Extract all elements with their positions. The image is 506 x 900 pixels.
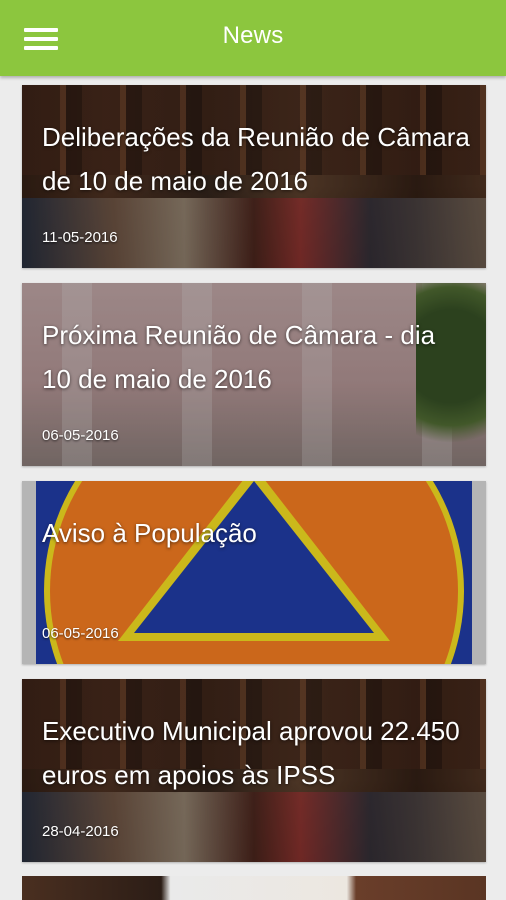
news-date: 06-05-2016 — [42, 625, 119, 642]
news-headline: Executivo Municipal aprovou 22.450 euros… — [42, 716, 460, 790]
news-date: 28-04-2016 — [42, 823, 119, 840]
news-headline: Deliberações da Reunião de Câmara de 10 … — [42, 122, 470, 196]
news-date: 11-05-2016 — [42, 229, 118, 246]
news-headline: Próxima Reunião de Câmara - dia 10 de ma… — [42, 320, 436, 394]
news-card[interactable]: Próxima Reunião de Câmara - dia 10 de ma… — [22, 283, 486, 466]
news-card[interactable]: Deliberações da Reunião de Câmara de 10 … — [22, 85, 486, 268]
news-card-partial[interactable] — [22, 876, 486, 900]
app-bar: News — [0, 0, 506, 76]
news-card[interactable]: Aviso à População 06-05-2016 — [22, 481, 486, 664]
news-date: 06-05-2016 — [42, 427, 119, 444]
news-headline: Aviso à População — [42, 518, 257, 548]
page-title: News — [222, 22, 284, 49]
news-feed[interactable]: Deliberações da Reunião de Câmara de 10 … — [0, 76, 506, 900]
news-card[interactable]: Executivo Municipal aprovou 22.450 euros… — [22, 679, 486, 862]
